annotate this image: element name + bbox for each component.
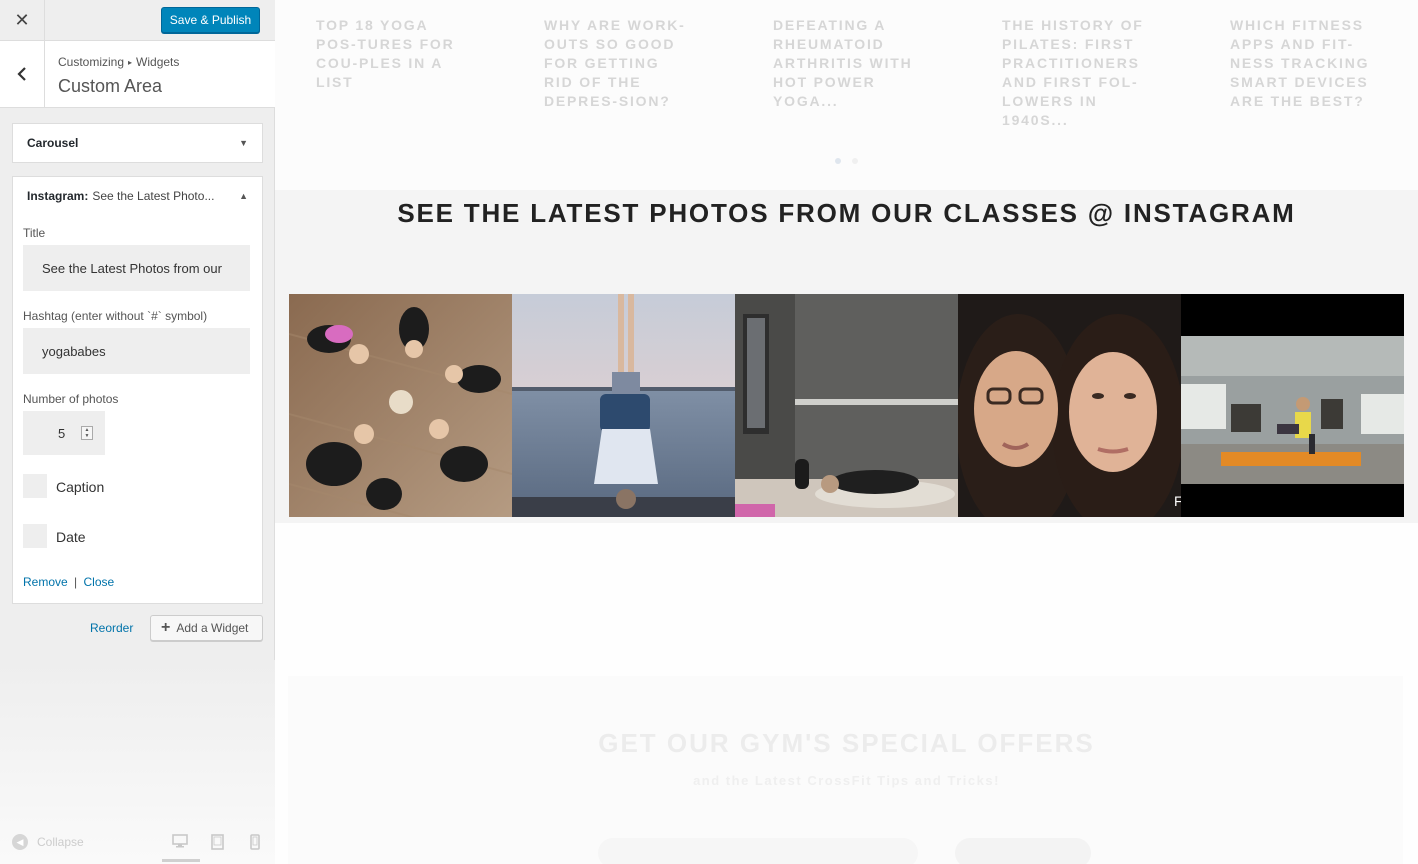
chevron-left-icon[interactable] [0, 41, 45, 107]
newsletter-email-input[interactable] [598, 838, 918, 864]
add-widget-label: Add a Widget [176, 621, 249, 635]
hashtag-label: Hashtag (enter without `#` symbol) [23, 309, 208, 323]
breadcrumb: Customizing ▸ Widgets [58, 55, 179, 69]
post-title-1[interactable]: Top 18 Yoga Pos-tures for Cou-ples in a … [316, 16, 466, 92]
site-preview: Top 18 Yoga Pos-tures for Cou-ples in a … [275, 0, 1418, 864]
breadcrumb-customizing: Customizing [58, 55, 125, 69]
caption-label: Caption [56, 479, 105, 495]
instagram-photo-2[interactable] [512, 294, 735, 517]
number-photos-value: 5 [58, 425, 66, 441]
title-input[interactable]: See the Latest Photos from our [23, 245, 250, 291]
add-widget-button[interactable]: + Add a Widget [150, 615, 263, 641]
offers-title: Get Our Gym's Special Offers [598, 728, 1095, 758]
post-title-5[interactable]: Which Fitness Apps and Fit-ness Tracking… [1230, 16, 1380, 111]
post-title-4[interactable]: The History of Pilates: First Practition… [1002, 16, 1152, 130]
offers-subtitle: and the Latest CrossFit Tips and Tricks! [693, 773, 1000, 788]
number-photos-stepper[interactable]: 5 ▲ ▼ [23, 411, 105, 455]
customizer-header: ✕ Save & Publish [0, 0, 275, 41]
blank-section [275, 523, 1418, 613]
reorder-link[interactable]: Reorder [90, 621, 133, 635]
date-label: Date [56, 529, 86, 545]
remove-link[interactable]: Remove [23, 575, 68, 589]
spinner-arrows-icon[interactable]: ▲ ▼ [81, 426, 93, 440]
collapse-icon: ◀ [12, 834, 28, 850]
offers-section [288, 676, 1403, 864]
post-title-3[interactable]: Defeating a Rheumatoid Arthritis With Ho… [773, 16, 923, 111]
caret-down-icon[interactable]: ▼ [239, 138, 248, 148]
plus-icon: + [161, 619, 171, 636]
widget-instagram-type: Instagram: [27, 188, 89, 203]
caption-checkbox[interactable] [23, 474, 47, 498]
instagram-widget-form: Title See the Latest Photos from our Has… [12, 214, 263, 604]
widget-instagram-title-preview: See the Latest Photo... [92, 188, 215, 203]
tablet-icon[interactable] [211, 834, 224, 853]
newsletter-submit-button[interactable] [955, 838, 1091, 864]
instagram-photo-3[interactable] [735, 294, 958, 517]
close-icon[interactable]: ✕ [0, 0, 45, 41]
widget-carousel-label: Carousel [27, 136, 79, 150]
post-title-2[interactable]: Why Are Work-outs So Good for Getting Ri… [544, 16, 694, 111]
instagram-photo-4[interactable]: F [958, 294, 1181, 517]
desktop-icon[interactable] [172, 834, 188, 851]
widget-actions: Remove | Close [23, 575, 114, 589]
section-header: Customizing ▸ Widgets Custom Area [0, 41, 275, 108]
title-label: Title [23, 226, 46, 240]
photo-watermark-letter: F [1174, 493, 1181, 509]
active-device-indicator [162, 859, 200, 862]
collapse-label: Collapse [37, 835, 84, 849]
section-title: Custom Area [58, 76, 163, 96]
posts-carousel: Top 18 Yoga Pos-tures for Cou-ples in a … [275, 0, 1418, 190]
breadcrumb-widgets: Widgets [136, 55, 180, 69]
instagram-heading: See the Latest Photos from our Classes @… [397, 198, 1296, 228]
widget-instagram[interactable]: Instagram: See the Latest Photo... ▲ [12, 176, 263, 215]
actions-separator: | [74, 575, 78, 589]
mobile-icon[interactable] [250, 834, 260, 853]
date-checkbox[interactable] [23, 524, 47, 548]
caret-up-icon[interactable]: ▲ [239, 191, 248, 201]
hashtag-input[interactable]: yogababes [23, 328, 250, 374]
number-photos-label: Number of photos [23, 392, 119, 406]
close-link[interactable]: Close [84, 575, 115, 589]
carousel-dot-active[interactable] [835, 158, 841, 164]
save-publish-button[interactable]: Save & Publish [161, 7, 260, 33]
instagram-photo-5[interactable] [1181, 294, 1404, 517]
breadcrumb-separator-icon: ▸ [128, 58, 133, 67]
widget-carousel[interactable]: Carousel ▼ [12, 123, 263, 163]
instagram-photo-1[interactable] [289, 294, 512, 517]
customizer-sidebar: ✕ Save & Publish Customizing ▸ Widgets Cus… [0, 0, 275, 864]
collapse-button[interactable]: ◀ Collapse [12, 834, 84, 850]
carousel-dot[interactable] [852, 158, 858, 164]
